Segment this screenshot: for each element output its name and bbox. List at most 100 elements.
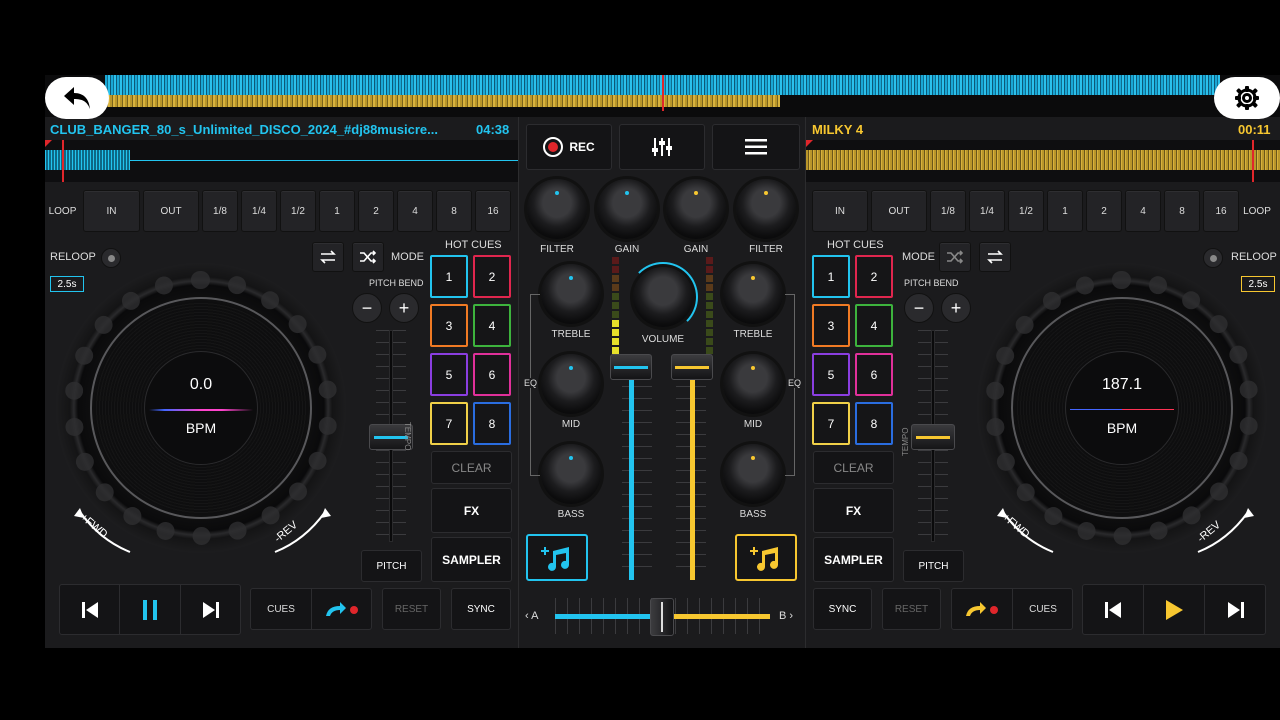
deck-a-bass-knob[interactable] bbox=[541, 444, 601, 504]
deck-b-mid-knob[interactable] bbox=[723, 354, 783, 414]
deck-a-reset-button[interactable]: RESET bbox=[382, 588, 441, 630]
deck-a-hot-cue-6[interactable]: 6 bbox=[473, 353, 511, 396]
deck-b-waveform[interactable] bbox=[806, 140, 1280, 182]
crossfader-b-track[interactable] bbox=[663, 614, 770, 619]
deck-b-play-button[interactable] bbox=[1144, 585, 1205, 634]
deck-b-hot-cue-7[interactable]: 7 bbox=[812, 402, 850, 445]
deck-a-hot-cue-5[interactable]: 5 bbox=[430, 353, 468, 396]
back-button[interactable] bbox=[45, 77, 109, 119]
deck-b-load-track-button[interactable] bbox=[735, 534, 797, 581]
deck-a-next-button[interactable] bbox=[181, 585, 241, 634]
deck-b-loop-8-button[interactable]: 8 bbox=[1164, 190, 1200, 232]
deck-a-pitch-button[interactable]: PITCH bbox=[361, 550, 422, 582]
deck-b-loop-1-4-button[interactable]: 1/4 bbox=[969, 190, 1005, 232]
deck-b-hot-cue-2[interactable]: 2 bbox=[855, 255, 893, 298]
deck-b-hot-cue-5[interactable]: 5 bbox=[812, 353, 850, 396]
menu-button[interactable] bbox=[712, 124, 800, 170]
deck-b-hot-cue-6[interactable]: 6 bbox=[855, 353, 893, 396]
deck-a-pitch-bend-minus-button[interactable]: − bbox=[352, 293, 382, 323]
deck-b-overview-waveform bbox=[105, 95, 780, 107]
deck-b-hot-cue-1[interactable]: 1 bbox=[812, 255, 850, 298]
deck-a-sync-button[interactable]: SYNC bbox=[451, 588, 511, 630]
deck-b-reloop-button[interactable] bbox=[1203, 248, 1223, 268]
deck-b-loop-1-button[interactable]: 1 bbox=[1047, 190, 1083, 232]
deck-b-sampler-button[interactable]: SAMPLER bbox=[813, 537, 894, 582]
deck-a-loop-1-button[interactable]: 1 bbox=[319, 190, 355, 232]
deck-b-loop-16-button[interactable]: 16 bbox=[1203, 190, 1239, 232]
deck-a-prev-button[interactable] bbox=[60, 585, 120, 634]
deck-b-pitch-slider-thumb[interactable] bbox=[911, 424, 955, 450]
deck-a-loop-8-button[interactable]: 8 bbox=[436, 190, 472, 232]
deck-b-reset-button[interactable]: RESET bbox=[882, 588, 941, 630]
deck-b-shuffle-button[interactable] bbox=[939, 242, 971, 272]
deck-b-filter-knob[interactable] bbox=[736, 179, 796, 239]
deck-a-loop-1-2-button[interactable]: 1/2 bbox=[280, 190, 316, 232]
deck-a-channel-fader-thumb[interactable] bbox=[610, 354, 652, 380]
deck-a-pitch-bend-plus-button[interactable]: + bbox=[389, 293, 419, 323]
deck-b-hot-cue-4[interactable]: 4 bbox=[855, 304, 893, 347]
deck-a-loop-16-button[interactable]: 16 bbox=[475, 190, 511, 232]
deck-a-waveform[interactable] bbox=[45, 140, 518, 182]
deck-a-filter-knob[interactable] bbox=[527, 179, 587, 239]
deck-a-pause-button[interactable] bbox=[120, 585, 181, 634]
deck-a-clear-button[interactable]: CLEAR bbox=[431, 451, 512, 484]
track-overview[interactable] bbox=[45, 75, 1280, 117]
deck-a-reloop-button[interactable] bbox=[101, 248, 121, 268]
settings-button[interactable] bbox=[1214, 77, 1280, 119]
deck-a-loop-out-button[interactable]: OUT bbox=[143, 190, 199, 232]
deck-b-treble-knob[interactable] bbox=[723, 264, 783, 324]
record-button[interactable]: REC bbox=[526, 124, 612, 170]
deck-b-cue-return-button[interactable] bbox=[952, 589, 1013, 629]
deck-b-hot-cue-8[interactable]: 8 bbox=[855, 402, 893, 445]
deck-a-loop-in-button[interactable]: IN bbox=[83, 190, 140, 232]
deck-a-sampler-button[interactable]: SAMPLER bbox=[431, 537, 512, 582]
deck-a-gain-knob[interactable] bbox=[597, 179, 657, 239]
deck-b-pitch-button[interactable]: PITCH bbox=[903, 550, 964, 582]
deck-b-repeat-button[interactable] bbox=[979, 242, 1011, 272]
deck-a-hot-cue-2[interactable]: 2 bbox=[473, 255, 511, 298]
deck-a-hot-cue-3[interactable]: 3 bbox=[430, 304, 468, 347]
master-volume-knob[interactable] bbox=[633, 267, 693, 327]
mixer-settings-button[interactable] bbox=[619, 124, 705, 170]
deck-a-hot-cue-7[interactable]: 7 bbox=[430, 402, 468, 445]
crossfader-thumb[interactable] bbox=[650, 598, 674, 636]
deck-a-mid-knob[interactable] bbox=[541, 354, 601, 414]
deck-b-fx-button[interactable]: FX bbox=[813, 488, 894, 533]
deck-b-loop-out-button[interactable]: OUT bbox=[871, 190, 927, 232]
deck-a-fx-button[interactable]: FX bbox=[431, 488, 512, 533]
deck-a-cue-return-button[interactable] bbox=[312, 589, 372, 629]
deck-b-cues-button[interactable]: CUES bbox=[1013, 589, 1073, 629]
deck-b-pitch-bend-plus-button[interactable]: + bbox=[941, 293, 971, 323]
deck-a-repeat-button[interactable] bbox=[312, 242, 344, 272]
deck-a-hot-cue-8[interactable]: 8 bbox=[473, 402, 511, 445]
deck-a-hot-cue-1[interactable]: 1 bbox=[430, 255, 468, 298]
deck-b-loop-1-2-button[interactable]: 1/2 bbox=[1008, 190, 1044, 232]
deck-a-treble-knob[interactable] bbox=[541, 264, 601, 324]
deck-a-loop-1-4-button[interactable]: 1/4 bbox=[241, 190, 277, 232]
deck-b-pitch-bend-minus-button[interactable]: − bbox=[904, 293, 934, 323]
deck-b-clear-button[interactable]: CLEAR bbox=[813, 451, 894, 484]
deck-b-bass-knob[interactable] bbox=[723, 444, 783, 504]
deck-b-prev-button[interactable] bbox=[1083, 585, 1144, 634]
deck-b-gain-knob[interactable] bbox=[666, 179, 726, 239]
deck-b-sync-button[interactable]: SYNC bbox=[813, 588, 872, 630]
deck-b-channel-fader-thumb[interactable] bbox=[671, 354, 713, 380]
deck-b-loop-2-button[interactable]: 2 bbox=[1086, 190, 1122, 232]
deck-b-loop-in-button[interactable]: IN bbox=[812, 190, 868, 232]
deck-a-hot-cue-4[interactable]: 4 bbox=[473, 304, 511, 347]
deck-b-channel-fader-track[interactable] bbox=[690, 375, 695, 580]
deck-a-loop-4-button[interactable]: 4 bbox=[397, 190, 433, 232]
deck-a-cues-button[interactable]: CUES bbox=[251, 589, 312, 629]
deck-a-load-track-button[interactable] bbox=[526, 534, 588, 581]
gear-icon bbox=[1235, 86, 1259, 110]
deck-a-loop-2-button[interactable]: 2 bbox=[358, 190, 394, 232]
deck-b-loop-4-button[interactable]: 4 bbox=[1125, 190, 1161, 232]
deck-b-mid-label: MID bbox=[743, 419, 763, 430]
deck-b-hot-cue-3[interactable]: 3 bbox=[812, 304, 850, 347]
deck-a-channel-fader-track[interactable] bbox=[629, 375, 634, 580]
crossfader-a-track[interactable] bbox=[555, 614, 661, 619]
deck-b-next-button[interactable] bbox=[1205, 585, 1266, 634]
deck-a-loop-1-8-button[interactable]: 1/8 bbox=[202, 190, 238, 232]
deck-a-shuffle-button[interactable] bbox=[352, 242, 384, 272]
deck-b-loop-1-8-button[interactable]: 1/8 bbox=[930, 190, 966, 232]
